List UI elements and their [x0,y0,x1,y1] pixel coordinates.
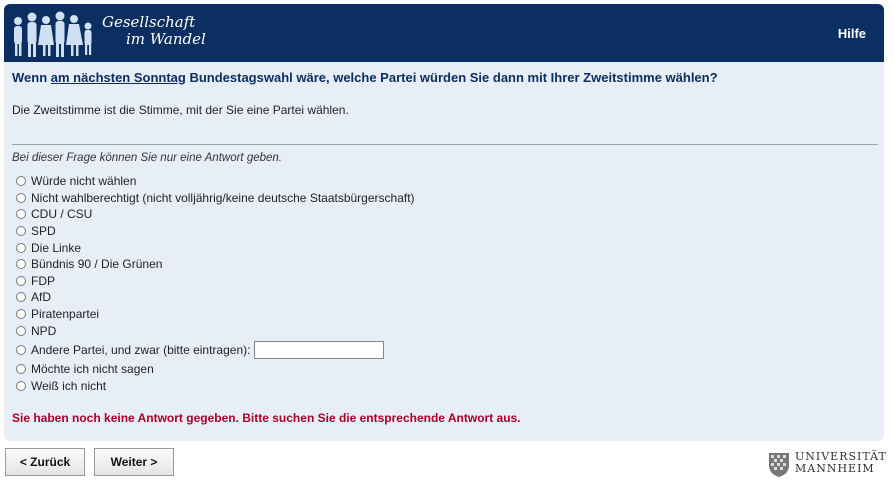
survey-frame: Gesellschaft im Wandel Hilfe Wenn am näc… [4,4,884,441]
radio-button[interactable] [16,176,26,187]
option-gruene[interactable]: Bündnis 90 / Die Grünen [16,256,415,273]
radio-button[interactable] [16,242,26,253]
other-party-input[interactable] [254,340,385,359]
option-label: AfD [31,290,52,305]
option-wuerde-nicht-waehlen[interactable]: Würde nicht wählen [16,173,415,190]
option-label: Würde nicht wählen [31,174,137,189]
option-label: Nicht wahlberechtigt (nicht volljährig/k… [31,190,415,205]
option-nicht-wahlberechtigt[interactable]: Nicht wahlberechtigt (nicht volljährig/k… [16,190,415,207]
option-fdp[interactable]: FDP [16,273,415,290]
next-button[interactable]: Weiter > [94,448,174,476]
header-bar: Gesellschaft im Wandel Hilfe [4,4,884,62]
radio-button[interactable] [16,309,26,320]
logo-line1: Gesellschaft [102,13,196,31]
survey-content: Wenn am nächsten Sonntag Bundestagswahl … [12,70,878,425]
option-label: Weiß ich nicht [31,378,107,393]
radio-button[interactable] [16,292,26,303]
radio-button[interactable] [16,259,26,270]
answer-hint: Bei dieser Frage können Sie nur eine Ant… [12,152,282,164]
option-piratenpartei[interactable]: Piratenpartei [16,306,415,323]
radio-button[interactable] [16,325,26,336]
option-die-linke[interactable]: Die Linke [16,239,415,256]
radio-button[interactable] [16,275,26,286]
option-label: Möchte ich nicht sagen [31,362,154,377]
option-label: Piratenpartei [31,307,100,322]
radio-button[interactable] [16,192,26,203]
radio-button[interactable] [16,364,26,375]
question-prefix: Wenn [12,70,51,85]
question-emphasis: am nächsten Sonntag [50,70,186,85]
option-label: CDU / CSU [31,207,93,222]
university-name: UNIVERSITÄT MANNHEIM [795,451,887,475]
radio-button[interactable] [16,380,26,391]
option-afd[interactable]: AfD [16,289,415,306]
question-description: Die Zweitstimme ist die Stimme, mit der … [12,103,349,117]
question-suffix: Bundestagswahl wäre, welche Partei würde… [185,70,718,85]
answer-options: Würde nicht wählen Nicht wahlberechtigt … [16,173,415,394]
back-button[interactable]: < Zurück [5,448,85,476]
option-andere-partei[interactable]: Andere Partei, und zwar (bitte eintragen… [16,339,415,361]
option-spd[interactable]: SPD [16,223,415,240]
university-line2: MANNHEIM [795,462,875,475]
option-label: Bündnis 90 / Die Grünen [31,257,163,272]
help-link[interactable]: Hilfe [838,26,866,41]
divider [12,144,878,145]
option-label: SPD [31,224,56,239]
question-text: Wenn am nächsten Sonntag Bundestagswahl … [12,70,878,85]
option-moechte-nicht-sagen[interactable]: Möchte ich nicht sagen [16,361,415,378]
option-weiss-nicht[interactable]: Weiß ich nicht [16,378,415,395]
option-label: Die Linke [31,240,82,255]
option-npd[interactable]: NPD [16,322,415,339]
radio-button[interactable] [16,226,26,237]
option-cdu-csu[interactable]: CDU / CSU [16,206,415,223]
radio-button[interactable] [16,344,26,355]
people-silhouettes-icon [14,11,92,57]
radio-button[interactable] [16,209,26,220]
logo-text: Gesellschaft im Wandel [102,14,206,48]
error-message: Sie haben noch keine Antwort gegeben. Bi… [12,411,521,425]
option-label: FDP [31,273,55,288]
logo-line2: im Wandel [126,30,206,48]
logo: Gesellschaft im Wandel [4,4,224,62]
option-label: Andere Partei, und zwar (bitte eintragen… [31,342,251,357]
university-logo: UNIVERSITÄT MANNHEIM [765,448,887,480]
option-label: NPD [31,323,57,338]
university-seal-icon [769,453,789,477]
